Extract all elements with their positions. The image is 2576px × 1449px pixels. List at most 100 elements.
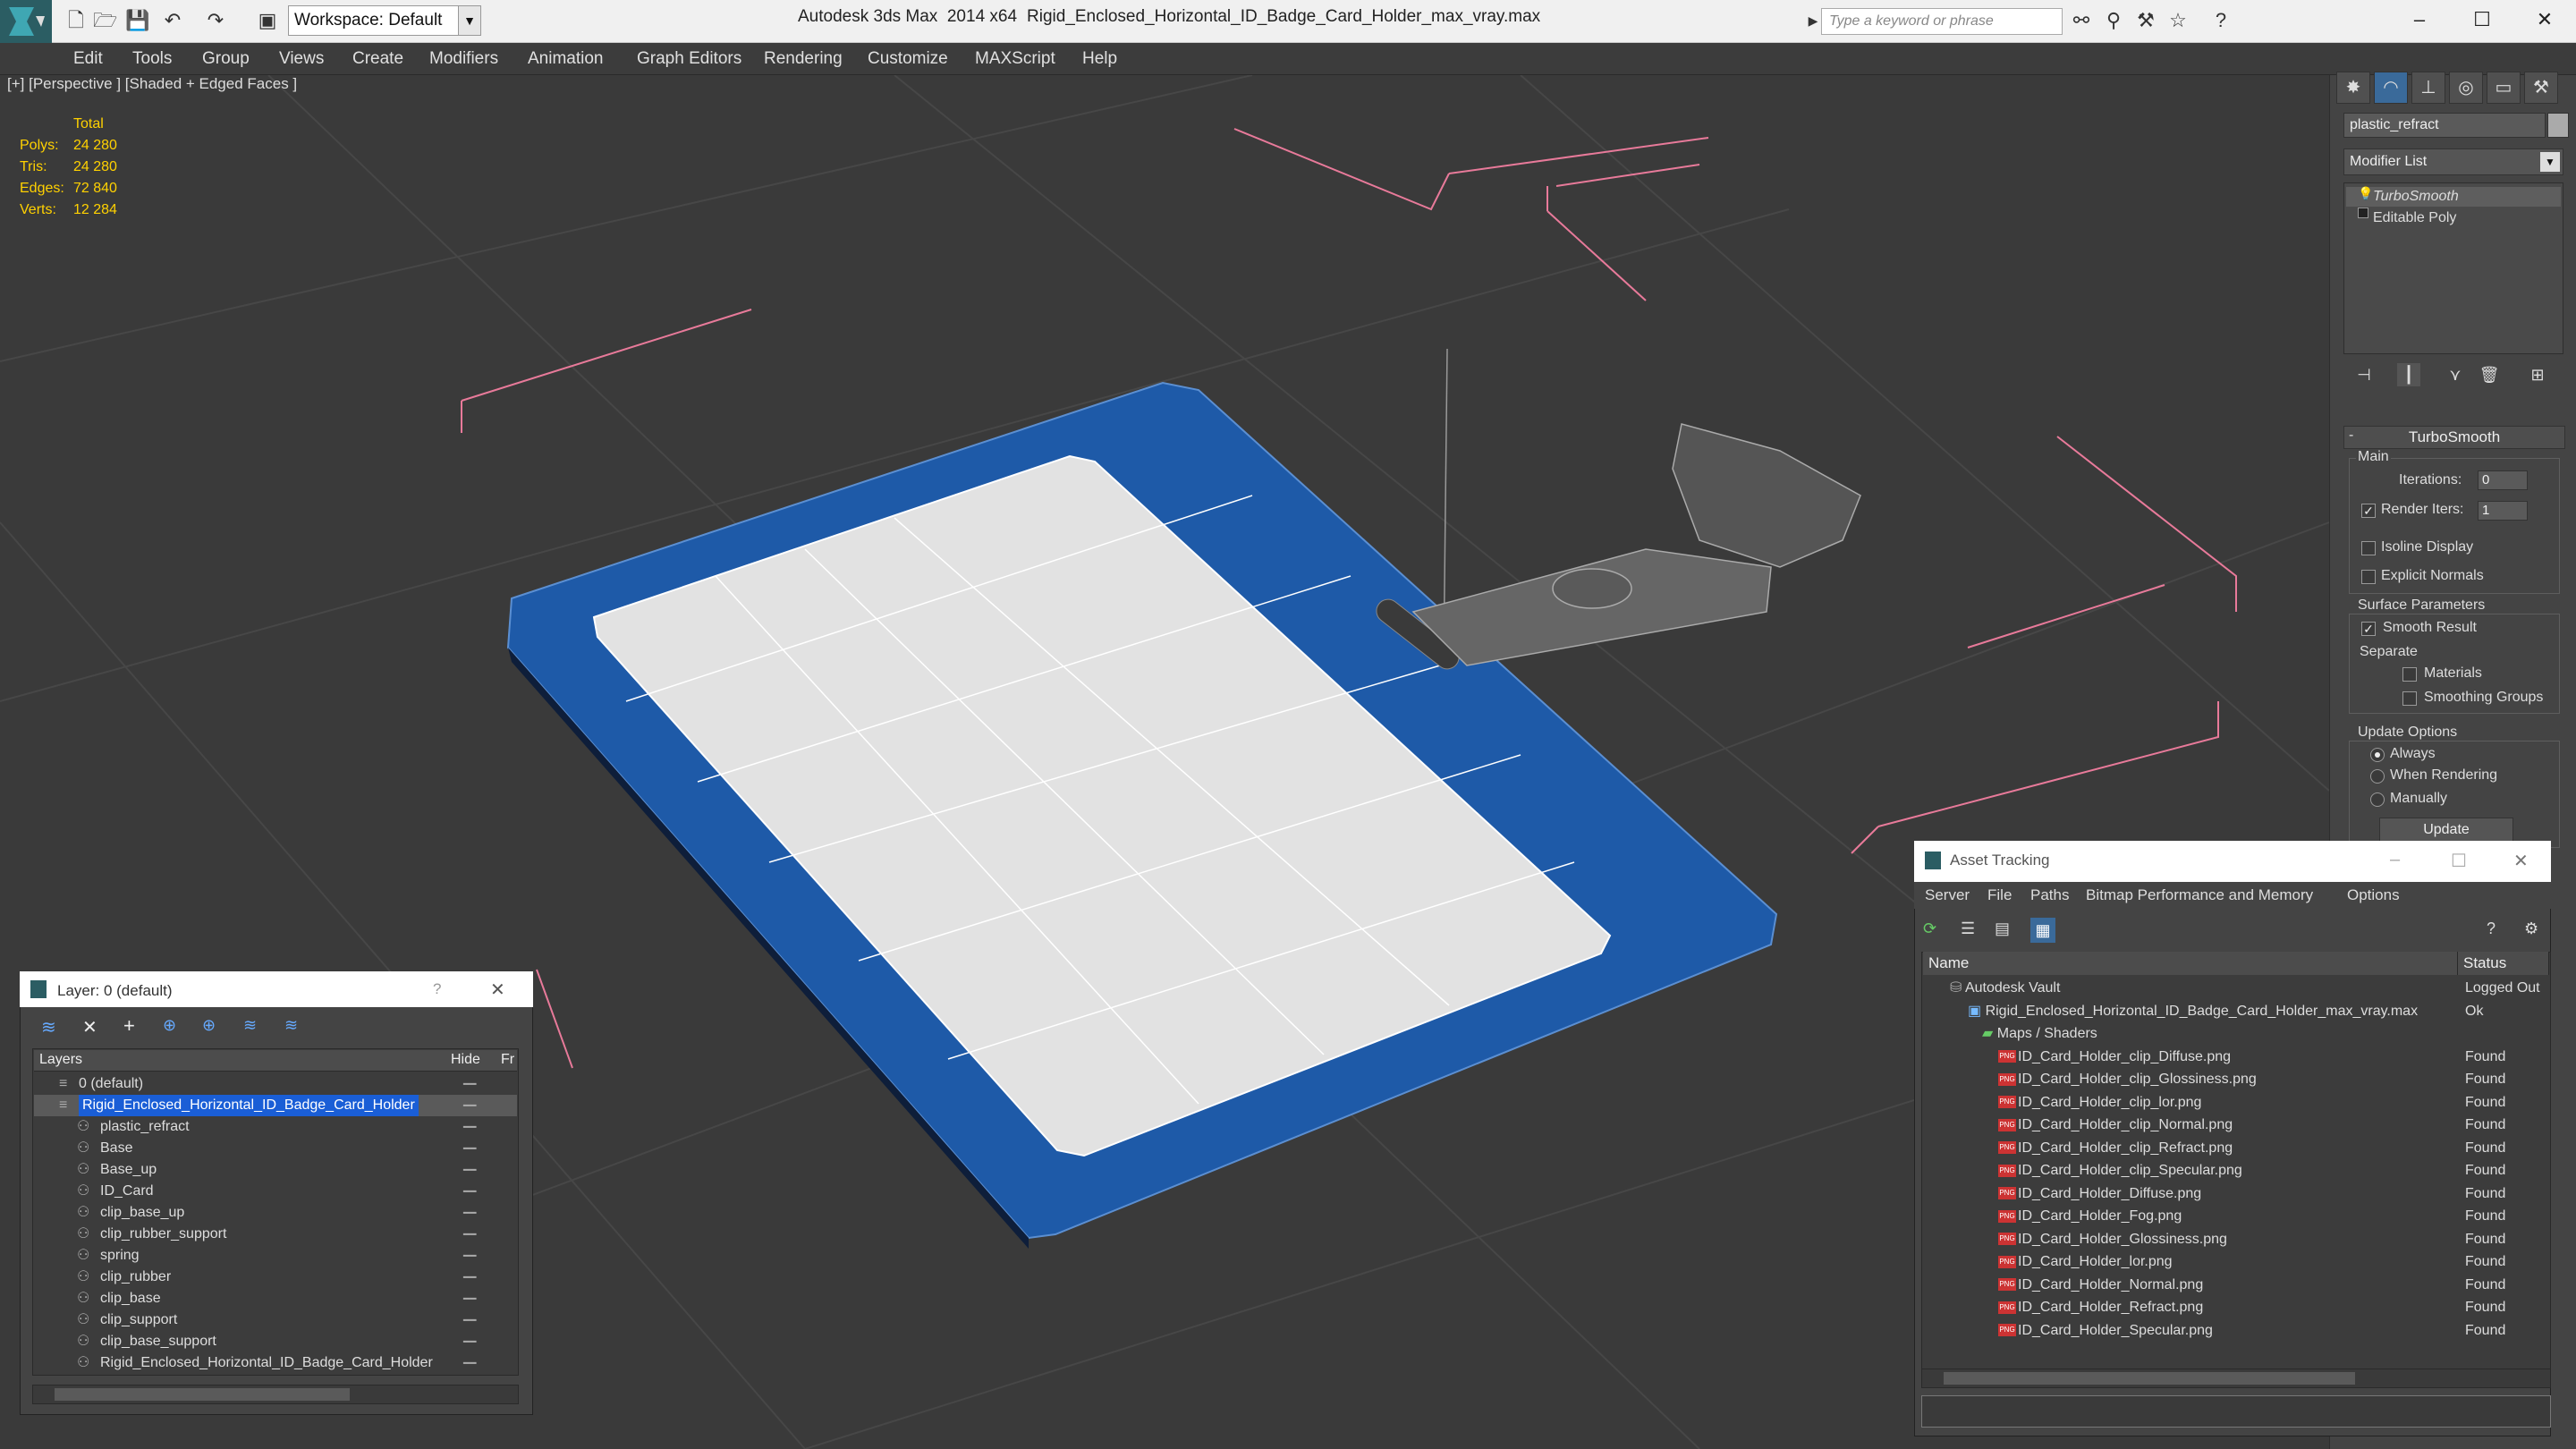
viewport-label[interactable]: [+] [Perspective ] [Shaded + Edged Faces… bbox=[7, 75, 297, 93]
help-icon[interactable]: ? bbox=[2209, 9, 2233, 32]
close-icon[interactable]: ✕ bbox=[490, 979, 505, 1001]
new-file-icon[interactable]: 🗋 bbox=[64, 9, 88, 32]
modify-tab-icon[interactable]: ◠ bbox=[2374, 72, 2408, 104]
highlight-layer-icon[interactable]: ⊕ bbox=[202, 1016, 216, 1035]
app-logo-icon[interactable] bbox=[0, 0, 52, 43]
hide-toggle-icon[interactable]: ━━ bbox=[463, 1073, 476, 1095]
column-freeze[interactable]: Fr bbox=[501, 1052, 514, 1068]
isoline-display-checkbox[interactable] bbox=[2361, 541, 2376, 555]
freeze-all-icon[interactable]: ≋ bbox=[284, 1016, 298, 1035]
asset-path-field[interactable] bbox=[1921, 1395, 2551, 1428]
open-file-icon[interactable]: 🗁 bbox=[93, 9, 117, 32]
minimize-icon[interactable]: – bbox=[2390, 850, 2400, 870]
minimize-icon[interactable]: – bbox=[2392, 4, 2447, 36]
layer-row[interactable]: ⚇ Rigid_Enclosed_Horizontal_ID_Badge_Card… bbox=[34, 1352, 517, 1374]
menu-create[interactable]: Create bbox=[352, 43, 403, 75]
update-button[interactable]: Update bbox=[2379, 818, 2513, 843]
asset-menu-options[interactable]: Options bbox=[2347, 882, 2400, 909]
asset-menu-server[interactable]: Server bbox=[1925, 882, 1970, 909]
layer-row[interactable]: ⚇ clip_base_support ━━ bbox=[34, 1331, 517, 1352]
manually-radio[interactable] bbox=[2370, 792, 2385, 807]
lightbulb-icon[interactable]: 💡 bbox=[2358, 186, 2373, 201]
layer-name[interactable]: Rigid_Enclosed_Horizontal_ID_Badge_Card_… bbox=[100, 1352, 433, 1374]
smooth-result-checkbox[interactable]: ✓ bbox=[2361, 622, 2376, 636]
modifier-list-dropdown[interactable]: Modifier List bbox=[2343, 148, 2563, 175]
list-view-icon[interactable]: ☰ bbox=[1961, 919, 1975, 938]
layer-name[interactable]: Rigid_Enclosed_Horizontal_ID_Badge_Card_… bbox=[79, 1095, 419, 1116]
subscription-icon[interactable]: ⚲ bbox=[2102, 9, 2125, 32]
iterations-spinner[interactable]: 0 bbox=[2478, 470, 2528, 490]
render-iters-checkbox[interactable]: ✓ bbox=[2361, 504, 2376, 518]
hierarchy-tab-icon[interactable]: ⊥ bbox=[2411, 72, 2445, 104]
layer-name[interactable]: clip_base_support bbox=[100, 1331, 216, 1352]
asset-row[interactable]: PNG ID_Card_Holder_clip_Normal.png Found bbox=[1923, 1114, 2549, 1136]
hide-toggle-icon[interactable]: ━━ bbox=[463, 1245, 476, 1267]
smoothing-groups-checkbox[interactable] bbox=[2402, 691, 2417, 706]
menu-group[interactable]: Group bbox=[202, 43, 250, 75]
select-objects-icon[interactable]: ⊕ bbox=[163, 1016, 176, 1035]
explicit-normals-checkbox[interactable] bbox=[2361, 570, 2376, 584]
render-iters-spinner[interactable]: 1 bbox=[2478, 501, 2528, 521]
menu-maxscript[interactable]: MAXScript bbox=[975, 43, 1055, 75]
layer-row[interactable]: ⚇ clip_base ━━ bbox=[34, 1288, 517, 1309]
menu-views[interactable]: Views bbox=[279, 43, 324, 75]
menu-graph-editors[interactable]: Graph Editors bbox=[637, 43, 741, 75]
menu-customize[interactable]: Customize bbox=[868, 43, 948, 75]
undo-icon[interactable]: ↶ bbox=[161, 9, 184, 32]
horizontal-scrollbar[interactable] bbox=[32, 1385, 519, 1404]
close-icon[interactable]: ✕ bbox=[2513, 850, 2529, 872]
asset-row[interactable]: PNG ID_Card_Holder_Glossiness.png Found bbox=[1923, 1228, 2549, 1250]
hide-toggle-icon[interactable]: ━━ bbox=[463, 1202, 476, 1224]
show-end-result-icon[interactable]: ┃ bbox=[2397, 363, 2420, 386]
create-tab-icon[interactable]: ✸ bbox=[2336, 72, 2370, 104]
menu-modifiers[interactable]: Modifiers bbox=[429, 43, 498, 75]
hide-toggle-icon[interactable]: ━━ bbox=[463, 1331, 476, 1352]
column-layers[interactable]: Layers bbox=[39, 1052, 82, 1068]
favorites-star-icon[interactable]: ☆ bbox=[2166, 9, 2190, 32]
layer-name[interactable]: Base bbox=[100, 1138, 132, 1159]
pin-stack-icon[interactable]: ⊣ bbox=[2352, 363, 2376, 386]
stack-item-editable-poly[interactable]: Editable Poly bbox=[2346, 208, 2561, 228]
help-icon[interactable]: ? bbox=[2487, 919, 2496, 938]
redo-icon[interactable]: ↷ bbox=[204, 9, 227, 32]
menu-tools[interactable]: Tools bbox=[132, 43, 172, 75]
layer-row[interactable]: ⚇ clip_rubber_support ━━ bbox=[34, 1224, 517, 1245]
asset-row[interactable]: PNG ID_Card_Holder_clip_lor.png Found bbox=[1923, 1091, 2549, 1114]
hide-all-icon[interactable]: ≋ bbox=[243, 1016, 257, 1035]
menu-edit[interactable]: Edit bbox=[73, 43, 103, 75]
layer-name[interactable]: 0 (default) bbox=[79, 1073, 143, 1095]
layer-row[interactable]: ⚇ ID_Card ━━ bbox=[34, 1181, 517, 1202]
utilities-tab-icon[interactable]: ⚒ bbox=[2524, 72, 2558, 104]
hide-toggle-icon[interactable]: ━━ bbox=[463, 1138, 476, 1159]
binoculars-icon[interactable]: ⚯ bbox=[2070, 9, 2093, 32]
communication-icon[interactable]: ⚒ bbox=[2134, 9, 2157, 32]
asset-row[interactable]: PNG ID_Card_Holder_Specular.png Found bbox=[1923, 1319, 2549, 1342]
layer-row[interactable]: ⚇ plastic_refract ━━ bbox=[34, 1116, 517, 1138]
chevron-down-icon[interactable]: ▼ bbox=[2540, 152, 2560, 172]
layer-name[interactable]: clip_base bbox=[100, 1288, 161, 1309]
hide-toggle-icon[interactable]: ━━ bbox=[463, 1181, 476, 1202]
hide-toggle-icon[interactable]: ━━ bbox=[463, 1224, 476, 1245]
asset-row[interactable]: PNG ID_Card_Holder_clip_Refract.png Found bbox=[1923, 1137, 2549, 1159]
collapse-minus-icon[interactable]: - bbox=[2349, 428, 2353, 444]
layer-name[interactable]: clip_rubber_support bbox=[100, 1224, 226, 1245]
configure-sets-icon[interactable]: ⊞ bbox=[2526, 363, 2549, 386]
layer-row[interactable]: ⚇ spring ━━ bbox=[34, 1245, 517, 1267]
layer-name[interactable]: clip_rubber bbox=[100, 1267, 171, 1288]
close-icon[interactable]: ✕ bbox=[2517, 4, 2572, 36]
stack-item-turbosmooth[interactable]: TurboSmooth bbox=[2346, 187, 2561, 207]
search-input[interactable]: Type a keyword or phrase bbox=[1821, 8, 2063, 35]
layer-row[interactable]: ⚇ Base_up ━━ bbox=[34, 1159, 517, 1181]
motion-tab-icon[interactable]: ◎ bbox=[2449, 72, 2483, 104]
asset-row[interactable]: PNG ID_Card_Holder_Diffuse.png Found bbox=[1923, 1182, 2549, 1205]
asset-menu-paths[interactable]: Paths bbox=[2030, 882, 2069, 909]
settings-icon[interactable]: ⚙ bbox=[2524, 919, 2538, 938]
asset-row[interactable]: PNG ID_Card_Holder_Normal.png Found bbox=[1923, 1274, 2549, 1296]
layer-row[interactable]: ⚇ Base ━━ bbox=[34, 1138, 517, 1159]
hide-toggle-icon[interactable]: ━━ bbox=[463, 1267, 476, 1288]
menu-rendering[interactable]: Rendering bbox=[764, 43, 843, 75]
layer-name[interactable]: spring bbox=[100, 1245, 140, 1267]
remove-modifier-icon[interactable]: 🗑 bbox=[2478, 363, 2501, 386]
asset-row[interactable]: ⛁ Autodesk Vault Logged Out bbox=[1923, 977, 2549, 999]
column-status[interactable]: Status bbox=[2458, 952, 2549, 975]
